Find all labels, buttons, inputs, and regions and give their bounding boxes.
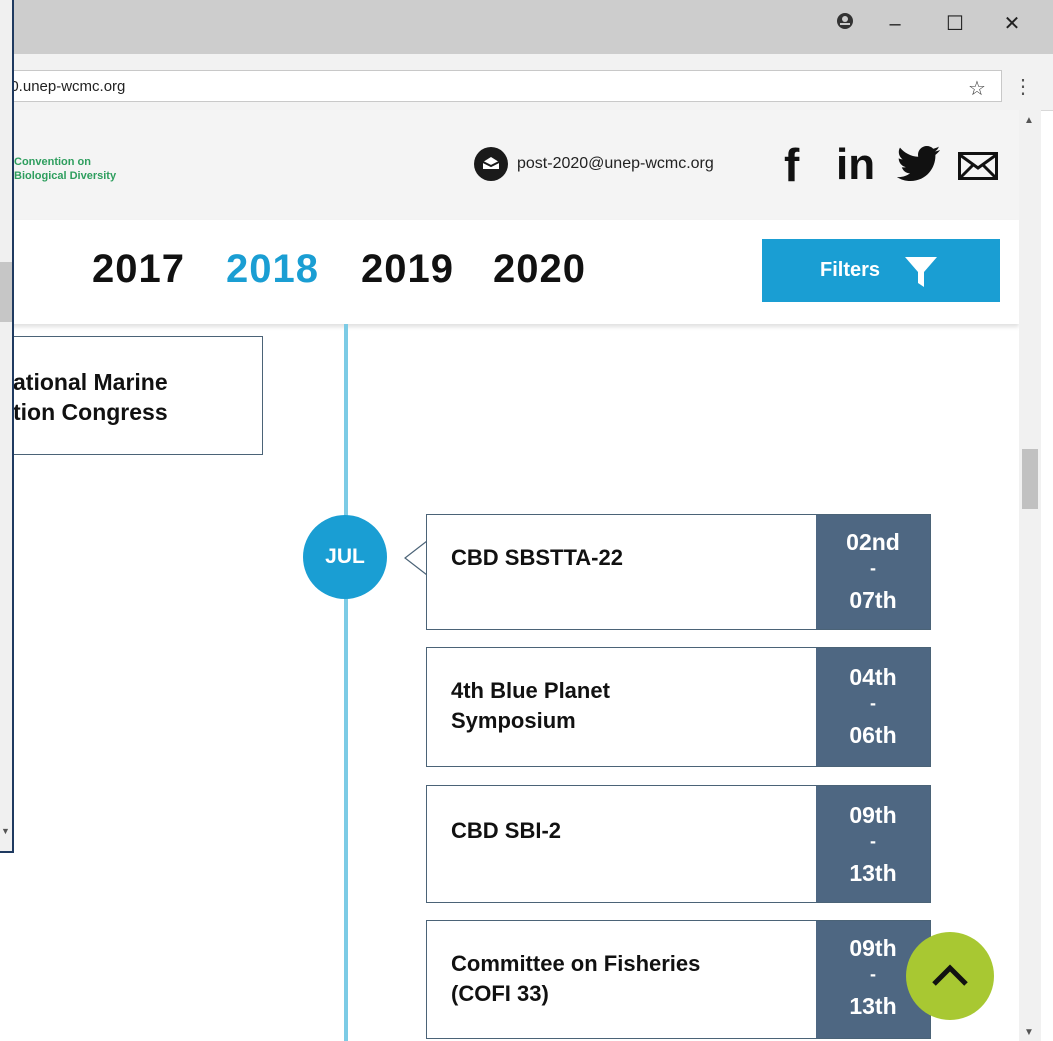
- url-text[interactable]: 20.unep-wcmc.org: [2, 78, 125, 95]
- overlapping-window-scroll-down-icon[interactable]: ▼: [1, 826, 10, 836]
- page-scrollbar[interactable]: [1019, 110, 1041, 1041]
- event-title-line1: CBD SBSTTA-22: [451, 545, 623, 570]
- event-date-separator: -: [870, 558, 876, 578]
- address-bar[interactable]: [0, 70, 1002, 102]
- account-icon[interactable]: [830, 12, 860, 34]
- cbd-logo-line2: Biological Diversity: [14, 170, 117, 182]
- bookmark-star-icon[interactable]: ☆: [968, 76, 986, 101]
- event-date: 02nd - 07th: [816, 515, 930, 629]
- event-date-end: 06th: [849, 722, 897, 748]
- event-card[interactable]: CBD SBSTTA-22 02nd - 07th: [426, 514, 931, 630]
- facebook-icon[interactable]: f: [784, 138, 799, 192]
- event-date-separator: -: [870, 831, 876, 851]
- event-date-end: 13th: [849, 860, 897, 886]
- year-2020-link[interactable]: 2020: [493, 247, 586, 292]
- event-title-line1: ational Marine: [13, 369, 168, 395]
- event-date-start: 02nd: [846, 529, 900, 555]
- overlapping-window[interactable]: [0, 0, 14, 853]
- cbd-logo-line1: Convention on: [14, 156, 91, 168]
- event-title-line2: tion Congress: [13, 399, 168, 425]
- event-date-start: 09th: [849, 802, 897, 828]
- event-date-end: 07th: [849, 587, 897, 613]
- event-card[interactable]: CBD SBI-2 09th - 13th: [426, 785, 931, 903]
- event-date-start: 04th: [849, 664, 897, 690]
- event-card[interactable]: Committee on Fisheries (COFI 33) 09th - …: [426, 920, 931, 1039]
- filters-button[interactable]: Filters: [762, 239, 1000, 302]
- month-badge: JUL: [303, 515, 387, 599]
- back-to-top-button[interactable]: [906, 932, 994, 1020]
- mail-share-icon[interactable]: [958, 152, 998, 185]
- overlapping-window-scroll-thumb[interactable]: [0, 262, 12, 322]
- email-link[interactable]: post-2020@unep-wcmc.org: [517, 155, 714, 173]
- timeline-line: [344, 324, 348, 1041]
- event-date: 04th - 06th: [816, 648, 930, 766]
- scroll-up-arrow-icon[interactable]: ▲: [1024, 115, 1034, 126]
- card-pointer: [404, 540, 428, 580]
- event-card[interactable]: ational Marine tion Congress: [0, 336, 263, 455]
- event-date: 09th - 13th: [816, 786, 930, 902]
- filters-label: Filters: [820, 259, 881, 281]
- browser-menu-icon[interactable]: ⋮: [1013, 74, 1033, 99]
- maximize-icon[interactable]: ☐: [940, 14, 970, 34]
- event-card[interactable]: 4th Blue Planet Symposium 04th - 06th: [426, 647, 931, 767]
- event-title-line2: Symposium: [451, 708, 576, 733]
- chevron-up-icon: [930, 960, 970, 993]
- email-icon: [474, 147, 508, 181]
- event-title-line1: CBD SBI-2: [451, 818, 562, 843]
- event-date-separator: -: [870, 693, 876, 713]
- close-icon[interactable]: ✕: [997, 14, 1027, 34]
- year-2018-link[interactable]: 2018: [226, 247, 319, 292]
- scrollbar-thumb[interactable]: [1022, 449, 1038, 509]
- twitter-icon[interactable]: [896, 146, 941, 187]
- year-2017-link[interactable]: 2017: [92, 247, 185, 292]
- event-title-line2: (COFI 33): [451, 981, 549, 1006]
- event-title-line1: Committee on Fisheries: [451, 951, 701, 976]
- year-2019-link[interactable]: 2019: [361, 247, 454, 292]
- linkedin-icon[interactable]: in: [836, 140, 875, 190]
- filter-funnel-icon: [905, 257, 937, 293]
- minimize-icon[interactable]: –: [880, 14, 910, 34]
- cbd-logo-text[interactable]: Convention on Biological Diversity: [14, 155, 116, 183]
- scroll-down-arrow-icon[interactable]: ▼: [1024, 1027, 1034, 1038]
- event-title-line1: 4th Blue Planet: [451, 678, 610, 703]
